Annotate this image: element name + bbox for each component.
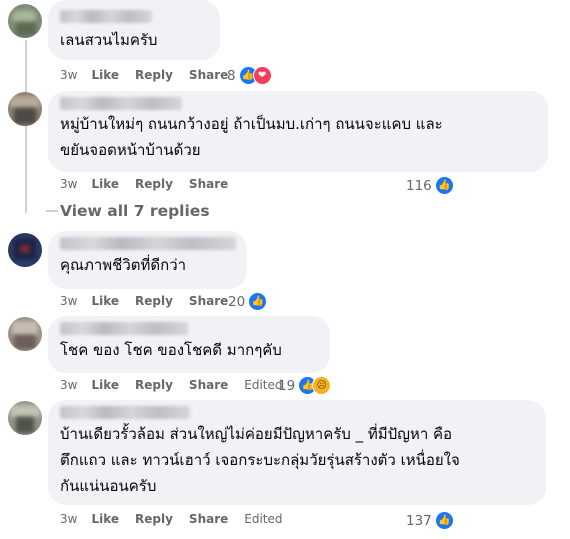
share-button[interactable]: Share xyxy=(189,68,228,82)
reply-button[interactable]: Reply xyxy=(135,68,173,82)
comment-actions: 3w Like Reply Share Edited xyxy=(60,378,299,392)
reply-button[interactable]: Reply xyxy=(135,378,173,392)
commenter-name-blurred[interactable] xyxy=(60,97,182,110)
sad-icon: ☹ xyxy=(312,376,332,395)
share-button[interactable]: Share xyxy=(189,512,228,526)
reaction-summary[interactable]: 19 👍 ☹ xyxy=(278,376,332,395)
avatar[interactable] xyxy=(8,92,42,126)
comment-actions: 3w Like Reply Share xyxy=(60,68,244,82)
share-button[interactable]: Share xyxy=(189,177,228,191)
commenter-name-blurred[interactable] xyxy=(60,406,190,419)
timestamp[interactable]: 3w xyxy=(60,68,77,82)
comment-text: บ้านเดียวรั้วล้อม ส่วนใหญ่ไม่ค่อยมีปัญหา… xyxy=(60,425,460,495)
like-icon: 👍 xyxy=(434,176,454,195)
share-button[interactable]: Share xyxy=(189,378,228,392)
comment-bubble: บ้านเดียวรั้วล้อม ส่วนใหญ่ไม่ค่อยมีปัญหา… xyxy=(48,400,546,505)
reaction-summary[interactable]: 8 👍 ❤ xyxy=(227,66,272,85)
avatar[interactable] xyxy=(8,4,42,38)
reply-connector xyxy=(46,210,58,212)
timestamp[interactable]: 3w xyxy=(60,378,77,392)
commenter-name-blurred[interactable] xyxy=(60,10,152,23)
edited-label: Edited xyxy=(244,512,283,526)
share-button[interactable]: Share xyxy=(189,294,228,308)
comment-text: หมู่บ้านใหม่ๆ ถนนกว้างอยู่ ถ้าเป็นมบ.เก่… xyxy=(60,115,443,159)
comment-actions: 3w Like Reply Share xyxy=(60,294,244,308)
avatar[interactable] xyxy=(8,401,42,435)
like-icon: 👍 xyxy=(248,292,268,311)
comment-bubble: เลนสวนไมครับ xyxy=(48,0,220,60)
avatar[interactable] xyxy=(8,233,42,267)
reaction-summary[interactable]: 116 👍 xyxy=(406,176,454,195)
timestamp[interactable]: 3w xyxy=(60,177,77,191)
reaction-count: 137 xyxy=(406,512,432,529)
comment-bubble: คุณภาพชีวิตที่ดีกว่า xyxy=(48,231,247,289)
like-button[interactable]: Like xyxy=(91,378,119,392)
reaction-count: 19 xyxy=(278,377,296,394)
view-replies-label: View all 7 replies xyxy=(60,202,210,220)
comment-text: เลนสวนไมครับ xyxy=(60,31,158,49)
edited-label: Edited xyxy=(244,378,283,392)
love-icon: ❤ xyxy=(252,66,272,85)
thread-line xyxy=(25,125,27,213)
like-button[interactable]: Like xyxy=(91,294,119,308)
comment-bubble: หมู่บ้านใหม่ๆ ถนนกว้างอยู่ ถ้าเป็นมบ.เก่… xyxy=(48,91,548,172)
reaction-count: 20 xyxy=(228,293,246,310)
comment-actions: 3w Like Reply Share xyxy=(60,177,244,191)
commenter-name-blurred[interactable] xyxy=(60,322,188,335)
commenter-name-blurred[interactable] xyxy=(60,237,236,250)
like-icon: 👍 xyxy=(434,511,454,530)
comment-text: โชค ของ โชค ของโชคดี มากๆคับ xyxy=(60,341,282,359)
comment-text: คุณภาพชีวิตที่ดีกว่า xyxy=(60,256,187,274)
reaction-summary[interactable]: 137 👍 xyxy=(406,511,454,530)
timestamp[interactable]: 3w xyxy=(60,294,77,308)
reaction-summary[interactable]: 20 👍 xyxy=(228,292,268,311)
like-button[interactable]: Like xyxy=(91,177,119,191)
reply-button[interactable]: Reply xyxy=(135,512,173,526)
comment-bubble: โชค ของ โชค ของโชคดี มากๆคับ xyxy=(48,316,330,373)
avatar[interactable] xyxy=(8,317,42,351)
timestamp[interactable]: 3w xyxy=(60,512,77,526)
like-button[interactable]: Like xyxy=(91,512,119,526)
reaction-count: 116 xyxy=(406,177,432,194)
like-button[interactable]: Like xyxy=(91,68,119,82)
reply-button[interactable]: Reply xyxy=(135,294,173,308)
comment-actions: 3w Like Reply Share Edited xyxy=(60,512,299,526)
reply-button[interactable]: Reply xyxy=(135,177,173,191)
reaction-count: 8 xyxy=(227,67,236,84)
view-replies-link[interactable]: View all 7 replies xyxy=(46,202,210,220)
